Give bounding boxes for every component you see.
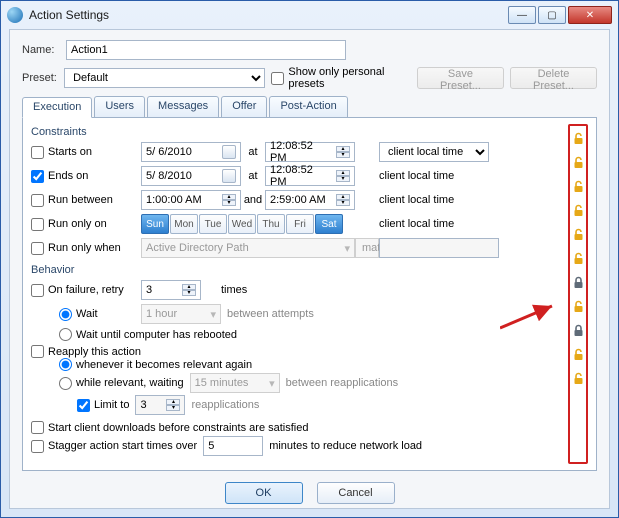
- tab-messages[interactable]: Messages: [147, 96, 219, 117]
- stagger-minutes-input[interactable]: [203, 436, 263, 456]
- lock-open-icon[interactable]: [572, 300, 585, 313]
- and-label: and: [241, 194, 265, 206]
- wait-radio[interactable]: Wait: [31, 308, 141, 321]
- whenever-radio[interactable]: whenever it becomes relevant again: [59, 358, 588, 371]
- cancel-button[interactable]: Cancel: [317, 482, 395, 504]
- starts-on-checkbox[interactable]: Starts on: [31, 146, 141, 159]
- end-date-picker[interactable]: 5/ 8/2010: [141, 166, 241, 186]
- start-date-picker[interactable]: 5/ 6/2010: [141, 142, 241, 162]
- times-label: times: [221, 284, 331, 296]
- lock-closed-icon[interactable]: [572, 324, 585, 337]
- while-relevant-radio[interactable]: while relevant, waiting: [59, 377, 184, 390]
- run-only-when-checkbox[interactable]: Run only when: [31, 242, 141, 255]
- show-personal-presets-checkbox[interactable]: Show only personal presets: [271, 66, 417, 90]
- lock-open-icon[interactable]: [572, 180, 585, 193]
- tab-users[interactable]: Users: [94, 96, 145, 117]
- run-only-on-checkbox[interactable]: Run only on: [31, 218, 141, 231]
- when-op-select[interactable]: matches▾: [355, 238, 379, 258]
- constraints-label: Constraints: [31, 126, 588, 138]
- name-input[interactable]: [66, 40, 346, 60]
- delete-preset-button[interactable]: Delete Preset...: [510, 67, 597, 89]
- titlebar: Action Settings — ▢ ✕: [1, 1, 618, 29]
- execution-panel: Constraints Starts on 5/ 6/2010 at 12:08…: [22, 117, 597, 471]
- time-basis-text: client local time: [379, 170, 509, 182]
- day-tue[interactable]: Tue: [199, 214, 227, 234]
- app-icon: [7, 7, 23, 23]
- day-sat[interactable]: Sat: [315, 214, 343, 234]
- spinner-icon: ▴▾: [222, 194, 236, 206]
- close-button[interactable]: ✕: [568, 6, 612, 24]
- when-value-input[interactable]: [379, 238, 499, 258]
- lock-open-icon[interactable]: [572, 228, 585, 241]
- lock-open-icon[interactable]: [572, 156, 585, 169]
- lock-open-icon[interactable]: [572, 372, 585, 385]
- chevron-down-icon: ▾: [269, 377, 275, 390]
- time-basis-select[interactable]: client local time: [379, 142, 489, 162]
- name-label: Name:: [22, 44, 66, 56]
- action-settings-window: Action Settings — ▢ ✕ Name: Preset: Defa…: [0, 0, 619, 518]
- day-fri[interactable]: Fri: [286, 214, 314, 234]
- window-title: Action Settings: [29, 8, 506, 22]
- on-failure-retry-checkbox[interactable]: On failure, retry: [31, 284, 141, 297]
- spinner-icon: ▴▾: [166, 399, 180, 411]
- lock-column-annotation: [568, 124, 588, 464]
- day-mon[interactable]: Mon: [170, 214, 198, 234]
- day-buttons: Sun Mon Tue Wed Thu Fri Sat: [141, 214, 379, 234]
- between-start-input[interactable]: 1:00:00 AM▴▾: [141, 190, 241, 210]
- spinner-icon: ▴▾: [336, 170, 350, 182]
- stagger-tail-label: minutes to reduce network load: [269, 440, 422, 452]
- lock-open-icon[interactable]: [572, 348, 585, 361]
- tab-post-action[interactable]: Post-Action: [269, 96, 347, 117]
- reapply-duration-select[interactable]: 15 minutes▾: [190, 373, 280, 393]
- ends-on-checkbox[interactable]: Ends on: [31, 170, 141, 183]
- limit-count-input[interactable]: 3▴▾: [135, 395, 185, 415]
- between-reapplications-label: between reapplications: [286, 377, 399, 389]
- ok-button[interactable]: OK: [225, 482, 303, 504]
- between-end-input[interactable]: 2:59:00 AM▴▾: [265, 190, 355, 210]
- reapply-checkbox[interactable]: Reapply this action: [31, 345, 588, 358]
- at-label: at: [241, 170, 265, 182]
- lock-open-icon[interactable]: [572, 252, 585, 265]
- preset-select[interactable]: Default: [64, 68, 265, 88]
- wait-reboot-radio[interactable]: Wait until computer has rebooted: [31, 328, 551, 341]
- preset-label: Preset:: [22, 72, 64, 84]
- client-area: Name: Preset: Default Show only personal…: [9, 29, 610, 509]
- retry-count-input[interactable]: 3▴▾: [141, 280, 201, 300]
- chevron-down-icon: ▾: [344, 242, 350, 255]
- maximize-button[interactable]: ▢: [538, 6, 566, 24]
- calendar-icon: [222, 145, 236, 159]
- time-basis-text: client local time: [379, 194, 509, 206]
- tab-strip: Execution Users Messages Offer Post-Acti…: [22, 96, 597, 117]
- start-downloads-checkbox[interactable]: Start client downloads before constraint…: [31, 421, 588, 434]
- day-thu[interactable]: Thu: [257, 214, 285, 234]
- spinner-icon: ▴▾: [182, 284, 196, 296]
- spinner-icon: ▴▾: [336, 194, 350, 206]
- run-between-checkbox[interactable]: Run between: [31, 194, 141, 207]
- at-label: at: [241, 146, 265, 158]
- behavior-label: Behavior: [31, 264, 588, 276]
- end-time-input[interactable]: 12:08:52 PM▴▾: [265, 166, 355, 186]
- limit-to-checkbox[interactable]: Limit to: [59, 399, 129, 412]
- tab-execution[interactable]: Execution: [22, 97, 92, 118]
- spinner-icon: ▴▾: [336, 146, 350, 158]
- day-wed[interactable]: Wed: [228, 214, 256, 234]
- stagger-checkbox[interactable]: Stagger action start times over: [31, 440, 197, 453]
- save-preset-button[interactable]: Save Preset...: [417, 67, 504, 89]
- annotation-arrow: [500, 304, 560, 332]
- minimize-button[interactable]: —: [508, 6, 536, 24]
- calendar-icon: [222, 169, 236, 183]
- lock-open-icon[interactable]: [572, 132, 585, 145]
- reapplications-label: reapplications: [191, 399, 259, 411]
- chevron-down-icon: ▾: [210, 308, 216, 321]
- lock-closed-icon[interactable]: [572, 276, 585, 289]
- time-basis-text: client local time: [379, 218, 509, 230]
- when-path-select[interactable]: Active Directory Path▾: [141, 238, 355, 258]
- wait-duration-select[interactable]: 1 hour▾: [141, 304, 221, 324]
- day-sun[interactable]: Sun: [141, 214, 169, 234]
- lock-open-icon[interactable]: [572, 204, 585, 217]
- start-time-input[interactable]: 12:08:52 PM▴▾: [265, 142, 355, 162]
- tab-offer[interactable]: Offer: [221, 96, 267, 117]
